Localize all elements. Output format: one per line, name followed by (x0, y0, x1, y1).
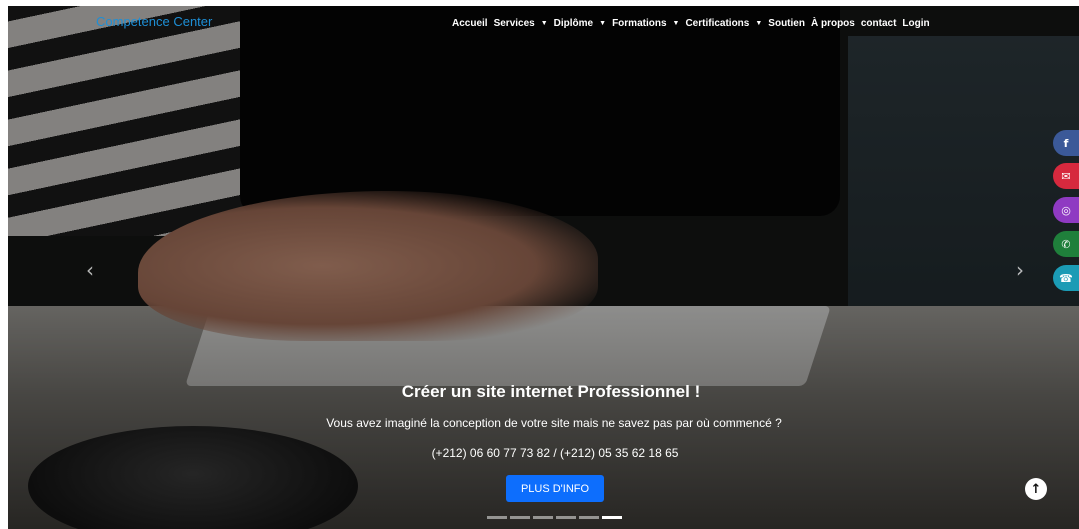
caret-down-icon: ▼ (672, 20, 680, 27)
whatsapp-icon[interactable]: ✆ (1053, 231, 1079, 257)
arrow-up-icon[interactable]: ↑ (1025, 478, 1047, 500)
caret-down-icon: ▼ (599, 20, 607, 27)
carousel-indicator[interactable] (487, 516, 507, 519)
main-nav: Accueil Services ▼ Diplôme ▼ Formations ▼ C… (452, 18, 930, 29)
nav-item-formations[interactable]: Formations ▼ (612, 18, 679, 29)
facebook-icon[interactable]: f (1053, 130, 1079, 156)
caret-down-icon: ▼ (540, 20, 548, 27)
browser-viewport: Competence Center Accueil Services ▼ Dipl… (0, 0, 1079, 529)
carousel-indicator[interactable] (533, 516, 553, 519)
caret-down-icon: ▼ (755, 20, 763, 27)
nav-item-services[interactable]: Services ▼ (494, 18, 548, 29)
carousel-indicator[interactable] (579, 516, 599, 519)
carousel-indicators (487, 516, 622, 519)
nav-item-soutien[interactable]: Soutien (768, 18, 805, 29)
instagram-icon[interactable]: ◎ (1053, 197, 1079, 223)
nav-item-diplome[interactable]: Diplôme ▼ (554, 18, 606, 29)
nav-item-contact[interactable]: contact (861, 18, 897, 29)
brand-logo[interactable]: Competence Center (96, 14, 212, 29)
chevron-left-icon[interactable]: ‹ (86, 258, 94, 282)
plus-info-button[interactable]: PLUS D'INFO (506, 475, 604, 502)
nav-item-login[interactable]: Login (902, 18, 929, 29)
carousel-indicator[interactable] (556, 516, 576, 519)
chevron-right-icon[interactable]: › (1016, 258, 1024, 282)
email-icon[interactable]: ✉ (1053, 163, 1079, 189)
carousel-indicator[interactable] (602, 516, 622, 519)
phone-icon[interactable]: ☎ (1053, 265, 1079, 291)
slide-subtitle: Vous avez imaginé la conception de votre… (326, 416, 782, 430)
nav-item-a-propos[interactable]: À propos (811, 18, 855, 29)
carousel-indicator[interactable] (510, 516, 530, 519)
nav-item-accueil[interactable]: Accueil (452, 18, 488, 29)
slide-title: Créer un site internet Professionnel ! (401, 382, 701, 401)
slide-phone: (+212) 06 60 77 73 82 / (+212) 05 35 62 … (431, 446, 679, 460)
nav-item-certifications[interactable]: Certifications ▼ (685, 18, 762, 29)
